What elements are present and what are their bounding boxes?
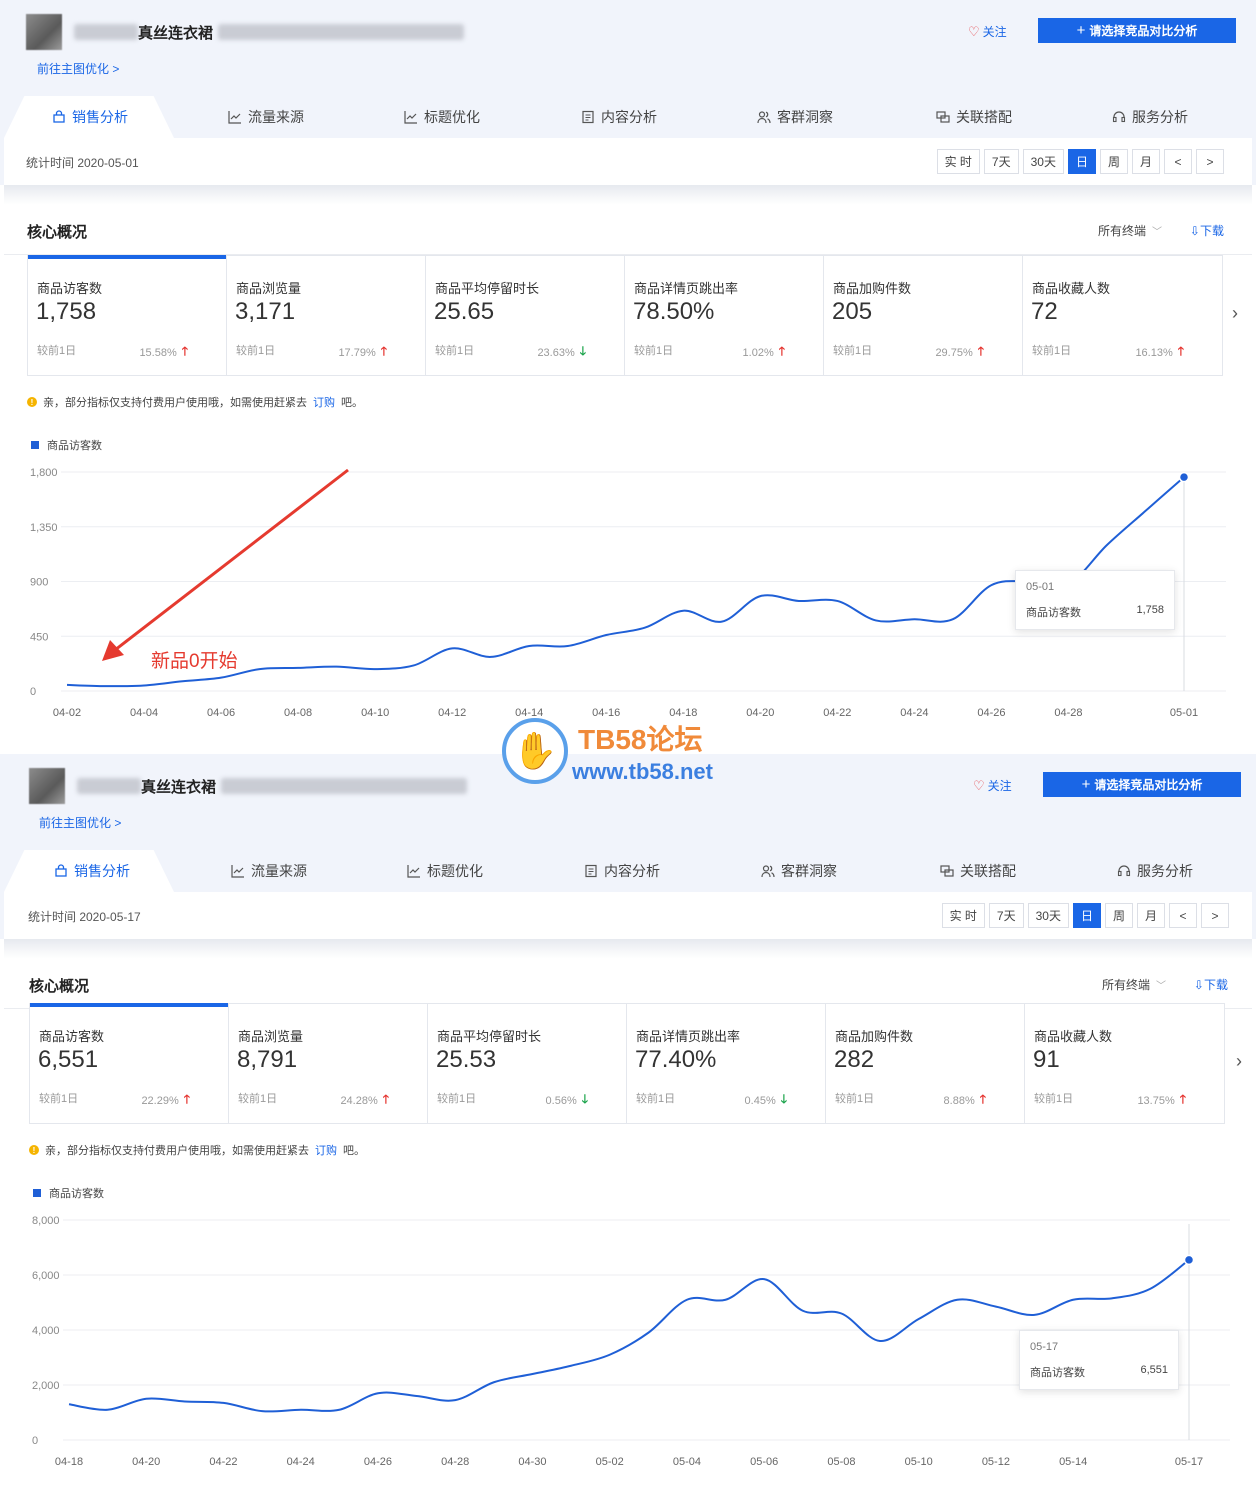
x-tick-label: 04-22 <box>209 1456 237 1468</box>
x-tick-label: 05-12 <box>982 1456 1010 1468</box>
x-tick-label: 05-17 <box>1175 1456 1203 1468</box>
y-tick-label: 4,000 <box>32 1325 60 1337</box>
x-tick-label: 05-02 <box>596 1456 624 1468</box>
x-tick-label: 04-30 <box>518 1456 546 1468</box>
y-tick-label: 2,000 <box>32 1380 60 1392</box>
x-tick-label: 05-06 <box>750 1456 778 1468</box>
tooltip-date: 05-17 <box>1030 1341 1059 1353</box>
visitors-line-chart-2[interactable]: 0 2,000 4,000 6,000 8,000 04-18 04-20 04-22 04-2… <box>0 754 1256 1507</box>
x-tick-label: 05-10 <box>905 1456 933 1468</box>
last-point-marker <box>1183 1254 1195 1266</box>
x-tick-label: 05-14 <box>1059 1456 1087 1468</box>
x-tick-label: 04-20 <box>132 1456 160 1468</box>
y-tick-label: 0 <box>32 1435 38 1447</box>
x-tick-label: 05-08 <box>827 1456 855 1468</box>
x-tick-label: 04-26 <box>364 1456 392 1468</box>
annotation-arrow-head <box>102 640 124 661</box>
chart-tooltip: 05-17 商品访客数 6,551 <box>1019 1330 1179 1390</box>
analysis-panel-2: 真丝连衣裙 前往主图优化 > ♡ 关注 + 请选择竞品对比分析 销售分析 流量来… <box>0 754 1256 1507</box>
tooltip-value: 6,551 <box>1140 1364 1168 1376</box>
tooltip-series: 商品访客数 <box>1030 1367 1085 1379</box>
y-tick-label: 6,000 <box>32 1270 60 1282</box>
x-tick-label: 05-04 <box>673 1456 701 1468</box>
x-tick-label: 04-18 <box>55 1456 83 1468</box>
y-tick-label: 8,000 <box>32 1215 60 1227</box>
x-tick-label: 04-24 <box>287 1456 315 1468</box>
annotation-arrow <box>102 468 349 661</box>
x-tick-label: 04-28 <box>441 1456 469 1468</box>
annotation-arrow-line <box>114 468 349 652</box>
